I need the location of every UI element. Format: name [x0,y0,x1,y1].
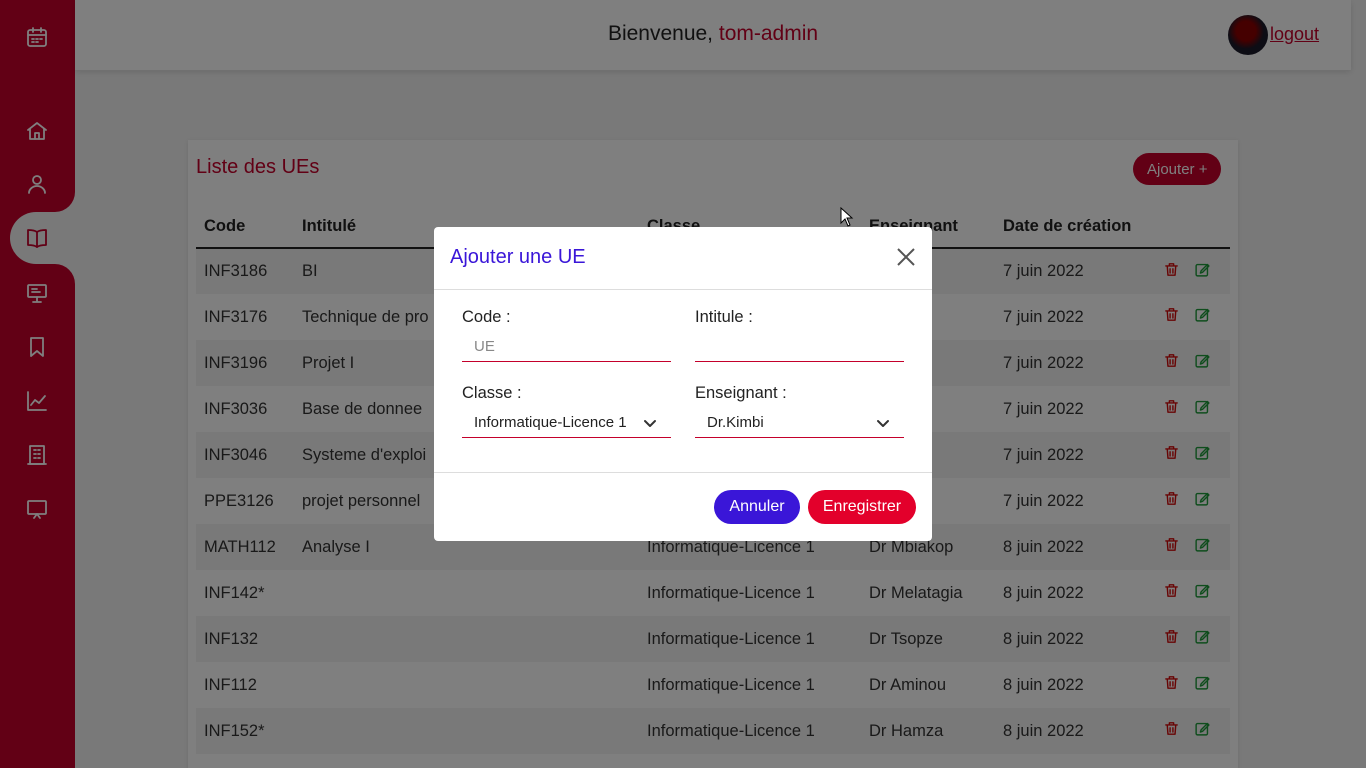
cancel-button[interactable]: Annuler [714,490,800,524]
classe-select[interactable]: Informatique-Licence 1 [462,408,671,438]
mouse-cursor-icon [840,207,854,227]
code-input[interactable] [462,332,671,362]
code-label: Code : [462,308,511,326]
save-button[interactable]: Enregistrer [808,490,916,524]
chevron-down-icon [644,420,656,427]
chevron-down-icon [877,420,889,427]
intitule-label: Intitule : [695,308,753,326]
classe-label: Classe : [462,384,522,402]
classe-select-value: Informatique-Licence 1 [474,414,627,431]
enseignant-select-value: Dr.Kimbi [707,414,764,431]
intitule-input[interactable] [695,332,904,362]
close-icon[interactable] [895,246,917,268]
add-ue-modal: Ajouter une UE Code : Intitule : Classe … [434,227,932,541]
modal-title: Ajouter une UE [450,246,586,268]
enseignant-label: Enseignant : [695,384,787,402]
enseignant-select[interactable]: Dr.Kimbi [695,408,904,438]
